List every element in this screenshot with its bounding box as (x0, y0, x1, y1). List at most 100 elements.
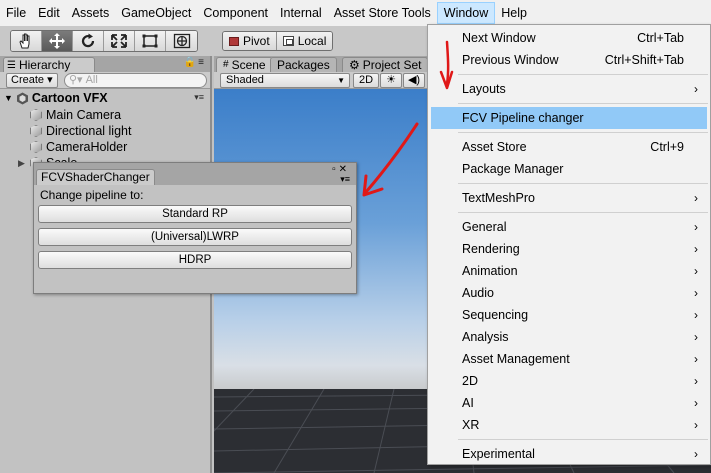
menu-item-general[interactable]: General › (428, 216, 710, 238)
submenu-arrow-icon: › (694, 418, 698, 432)
window-menu-icon[interactable]: ▾≡ (340, 174, 350, 185)
audio-toggle-icon[interactable]: ◀) (403, 73, 425, 88)
menu-separator (458, 74, 708, 75)
menu-item-package-manager[interactable]: Package Manager (428, 158, 710, 180)
fcv-shader-changer-window: FCVShaderChanger ▫✕ ▾≡ Change pipeline t… (33, 162, 357, 294)
tab-packages[interactable]: Packages (270, 57, 337, 72)
menu-item-sequencing[interactable]: Sequencing › (428, 304, 710, 326)
hierarchy-item-cameraholder[interactable]: CameraHolder (0, 139, 210, 155)
menu-item-xr[interactable]: XR › (428, 414, 710, 436)
menu-item-asset-management[interactable]: Asset Management › (428, 348, 710, 370)
tab-packages-label: Packages (277, 58, 330, 72)
lock-icon[interactable]: 🔒≡ (184, 57, 206, 68)
mode-2d-button[interactable]: 2D (353, 73, 379, 88)
menu-help[interactable]: Help (495, 2, 533, 24)
menu-assets[interactable]: Assets (66, 2, 116, 24)
menu-item-label: Audio (462, 286, 494, 300)
menu-item-layouts[interactable]: Layouts › (428, 78, 710, 100)
local-button[interactable]: Local (275, 32, 333, 50)
scale-tool-icon[interactable] (104, 31, 135, 51)
gameobject-cube-icon (30, 109, 42, 121)
menu-item-2d[interactable]: 2D › (428, 370, 710, 392)
submenu-arrow-icon: › (694, 82, 698, 96)
universal-lwrp-button[interactable]: (Universal)LWRP (38, 228, 352, 246)
pivot-button[interactable]: Pivot (223, 32, 276, 50)
hierarchy-item-main-camera[interactable]: Main Camera (0, 107, 210, 123)
menu-item-label: FCV Pipeline changer (462, 111, 584, 125)
hierarchy-search-input[interactable]: ⚲▾ All (64, 73, 207, 88)
submenu-arrow-icon: › (694, 374, 698, 388)
menu-item-audio[interactable]: Audio › (428, 282, 710, 304)
scene-name: Cartoon VFX (31, 91, 108, 105)
tab-project-settings-label: Project Set (362, 58, 422, 72)
menu-separator (458, 103, 708, 104)
menu-separator (458, 439, 708, 440)
hierarchy-tab-bar: ☰ Hierarchy 🔒≡ (0, 56, 210, 72)
search-placeholder: All (85, 74, 98, 86)
menu-item-label: XR (462, 418, 480, 432)
standard-rp-button[interactable]: Standard RP (38, 205, 352, 223)
rect-tool-icon[interactable] (135, 31, 166, 51)
menu-shortcut: Ctrl+9 (650, 140, 684, 154)
menu-component[interactable]: Component (197, 2, 274, 24)
tab-scene[interactable]: # Scene (216, 57, 273, 72)
menu-item-previous-window[interactable]: Previous Window Ctrl+Shift+Tab (428, 49, 710, 71)
menu-shortcut: Ctrl+Tab (637, 31, 684, 45)
submenu-arrow-icon: › (694, 447, 698, 461)
menu-item-ai[interactable]: AI › (428, 392, 710, 414)
expand-arrow-icon[interactable]: ▶ (18, 158, 25, 169)
hierarchy-item-label: Directional light (46, 124, 132, 138)
tab-hierarchy[interactable]: ☰ Hierarchy (3, 57, 95, 72)
menu-item-animation[interactable]: Animation › (428, 260, 710, 282)
menu-item-label: Animation (462, 264, 518, 278)
menu-item-label: AI (462, 396, 474, 410)
mode-2d-label: 2D (358, 74, 374, 86)
hierarchy-item-directional-light[interactable]: Directional light (0, 123, 210, 139)
menu-window[interactable]: Window (436, 2, 496, 24)
submenu-arrow-icon: › (694, 330, 698, 344)
transform-tool-icon[interactable] (166, 31, 197, 51)
create-button[interactable]: Create ▾ (6, 73, 58, 88)
shading-mode-label: Shaded (226, 74, 264, 86)
menu-item-asset-store[interactable]: Asset Store Ctrl+9 (428, 136, 710, 158)
expand-arrow-icon[interactable]: ▼ (4, 93, 13, 103)
hand-tool-icon[interactable] (11, 31, 42, 51)
move-tool-icon[interactable] (42, 31, 73, 51)
transform-tools (10, 30, 198, 52)
menu-item-experimental[interactable]: Experimental › (428, 443, 710, 465)
menu-item-label: Rendering (462, 242, 520, 256)
row-menu-icon[interactable]: ▾≡ (194, 92, 204, 103)
local-label: Local (297, 34, 327, 48)
rotate-tool-icon[interactable] (73, 31, 104, 51)
tab-fcv-shader-changer[interactable]: FCVShaderChanger (36, 169, 155, 185)
menu-file[interactable]: File (0, 2, 32, 24)
shading-mode-dropdown[interactable]: Shaded ▼ (220, 73, 350, 88)
menu-shortcut: Ctrl+Shift+Tab (604, 53, 684, 67)
gameobject-cube-icon (30, 141, 42, 153)
submenu-arrow-icon: › (694, 286, 698, 300)
hierarchy-search-bar: Create ▾ ⚲▾ All (0, 72, 210, 89)
menu-item-rendering[interactable]: Rendering › (428, 238, 710, 260)
fcv-prompt: Change pipeline to: (40, 188, 144, 202)
menu-item-next-window[interactable]: Next Window Ctrl+Tab (428, 27, 710, 49)
unity-scene-icon (16, 92, 28, 104)
menu-item-analysis[interactable]: Analysis › (428, 326, 710, 348)
menu-separator (458, 132, 708, 133)
menu-edit[interactable]: Edit (32, 2, 66, 24)
scene-root-row[interactable]: ▼ Cartoon VFX ▾≡ (0, 89, 210, 107)
menu-gameobject[interactable]: GameObject (115, 2, 197, 24)
scene-tab-icon: # (223, 59, 229, 70)
lighting-toggle-icon[interactable]: ☀ (380, 73, 402, 88)
menu-item-textmeshpro[interactable]: TextMeshPro › (428, 187, 710, 209)
fcv-window-header: FCVShaderChanger ▫✕ ▾≡ (34, 163, 356, 185)
local-icon (282, 36, 294, 46)
menu-asset-store-tools[interactable]: Asset Store Tools (328, 2, 437, 24)
menu-item-fcv-pipeline-changer[interactable]: FCV Pipeline changer (431, 107, 707, 129)
menu-bar: File Edit Assets GameObject Component In… (0, 0, 711, 26)
window-dropdown-menu: Next Window Ctrl+Tab Previous Window Ctrl+… (427, 24, 711, 465)
hdrp-button[interactable]: HDRP (38, 251, 352, 269)
menu-item-label: General (462, 220, 507, 234)
menu-internal[interactable]: Internal (274, 2, 328, 24)
tab-project-settings[interactable]: ⚙ Project Set (342, 57, 429, 72)
hierarchy-tab-label: Hierarchy (18, 57, 71, 72)
